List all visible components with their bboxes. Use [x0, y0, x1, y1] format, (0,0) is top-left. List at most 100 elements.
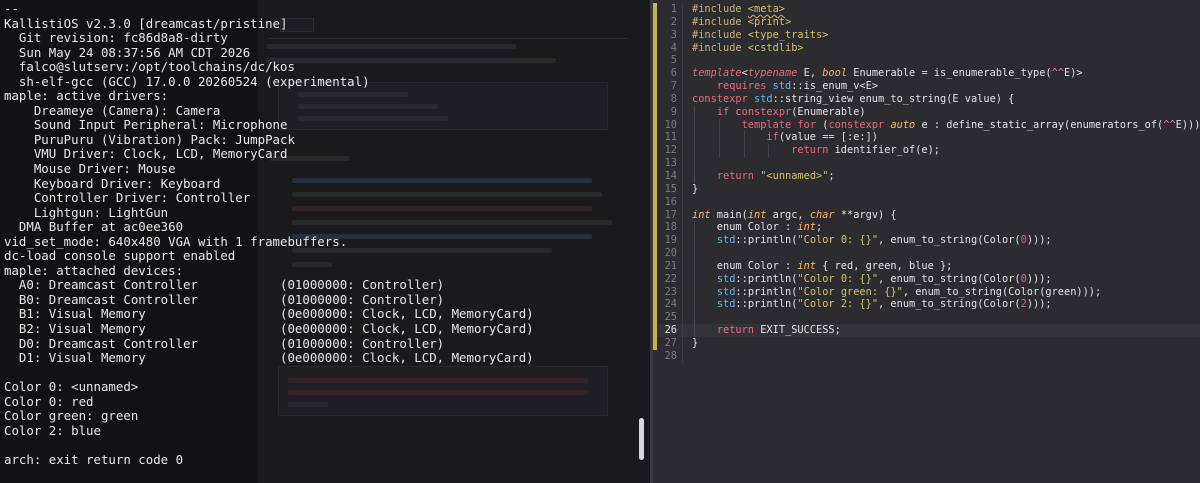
code-line[interactable]: 12 return identifier_of(e);: [653, 144, 1200, 158]
terminal-line: falco@slutserv:/opt/toolchains/dc/kos: [4, 60, 295, 75]
code-token: std: [716, 234, 736, 247]
line-number: 8: [670, 92, 677, 105]
code-token: enum Color :: [692, 221, 798, 234]
code-line[interactable]: 14 return "<unnamed>";: [653, 169, 1200, 183]
code-line[interactable]: 22 std::println("Color 0: {}", enum_to_s…: [653, 272, 1200, 286]
code-line[interactable]: 11 if(value == [:e:]): [653, 131, 1200, 145]
indent-guide: [694, 311, 695, 325]
code-token: <cstdlib>: [747, 41, 804, 54]
code-line[interactable]: 27}: [653, 336, 1200, 350]
code-line[interactable]: 13: [653, 157, 1200, 170]
gutter-separator: [682, 259, 683, 273]
code-token: identifier_of(e);: [828, 144, 940, 157]
terminal-line: D0: Dreamcast Controller (01000000: Cont…: [4, 336, 445, 351]
code-line[interactable]: 10 template for (constexpr auto e : defi…: [653, 118, 1200, 132]
code-token: std: [716, 272, 736, 285]
code-token: constexpr: [692, 92, 748, 105]
code-text: return "<unnamed>";: [692, 170, 835, 183]
line-number: 20: [664, 247, 677, 260]
gutter-separator: [682, 247, 683, 260]
terminal-scrollbar-thumb[interactable]: [639, 418, 644, 460]
terminal-line: --: [4, 2, 19, 16]
code-line[interactable]: 28: [653, 349, 1200, 363]
code-token: ^^: [1163, 118, 1176, 131]
code-line[interactable]: 18 enum Color : int;: [653, 221, 1200, 235]
code-line[interactable]: 16: [653, 195, 1200, 209]
code-line[interactable]: 24 std::println("Color 2: {}", enum_to_s…: [653, 298, 1200, 312]
code-line[interactable]: 20: [653, 247, 1200, 260]
code-line[interactable]: 4 #include <cstdlib>: [653, 41, 1200, 55]
terminal-line: Color 2: blue: [4, 423, 101, 438]
terminal-line: DMA Buffer at ac0ee360: [4, 220, 184, 235]
line-number: 9: [670, 105, 677, 118]
code-line[interactable]: 1 #include <meta>: [653, 3, 1200, 16]
code-text: }: [692, 337, 698, 350]
line-number: 5: [670, 54, 677, 67]
code-line[interactable]: 19 std::println("Color 0: {}", enum_to_s…: [653, 234, 1200, 248]
code-text: std::println("Color green: {}", enum_to_…: [692, 286, 1101, 299]
line-number: 11: [664, 131, 677, 144]
line-number: 10: [664, 118, 677, 131]
code-token: "<unnamed>": [760, 169, 829, 182]
line-number: 1: [670, 3, 677, 15]
code-token: if: [766, 131, 779, 144]
code-text: std::println("Color 0: {}", enum_to_stri…: [692, 273, 1052, 286]
code-token: std: [716, 298, 736, 311]
code-line[interactable]: 26 return EXIT_SUCCESS;: [653, 324, 1200, 337]
line-number: 2: [670, 15, 677, 28]
code-line[interactable]: 23 std::println("Color green: {}", enum_…: [653, 285, 1200, 299]
code-editor[interactable]: 1 #include <meta> 2 #include <print> 3 #inclu…: [653, 0, 1200, 483]
code-line[interactable]: 15}: [653, 182, 1200, 196]
code-line[interactable]: 5: [653, 54, 1200, 68]
code-line[interactable]: 3 #include <type_traits>: [653, 28, 1200, 42]
code-text: if constexpr(Enumerable): [692, 106, 866, 119]
code-text: enum Color : int;: [692, 221, 822, 234]
code-token: (: [816, 118, 829, 131]
code-token: return: [791, 144, 829, 157]
code-line[interactable]: 21 enum Color : int { red, green, blue }…: [653, 259, 1200, 273]
gutter-separator: [682, 311, 683, 325]
code-token: typename: [747, 67, 798, 80]
gutter-separator: [682, 15, 683, 29]
line-number: 27: [664, 336, 677, 349]
gutter-separator: [682, 169, 683, 183]
code-token: )));: [1026, 272, 1052, 285]
code-token: int: [797, 259, 816, 272]
code-text: return identifier_of(e);: [692, 144, 940, 157]
code-line[interactable]: 6 template<typename E, bool Enumerable = …: [653, 67, 1200, 81]
gutter-separator: [682, 144, 683, 158]
code-token: #include: [692, 41, 748, 54]
gutter-separator: [682, 28, 683, 42]
code-token: constexpr: [735, 105, 792, 118]
line-number: 24: [664, 298, 677, 311]
code-token: template: [692, 67, 742, 80]
editor-code-area[interactable]: 1 #include <meta> 2 #include <print> 3 #inclu…: [653, 3, 1200, 363]
code-line[interactable]: 17 int main(int argc, char **argv) {: [653, 208, 1200, 222]
code-line[interactable]: 9 if constexpr(Enumerable): [653, 105, 1200, 119]
terminal-line: Keyboard Driver: Keyboard: [4, 176, 221, 191]
code-text: #include <type_traits>: [692, 29, 828, 42]
gutter-separator: [682, 92, 683, 106]
code-token: #include: [692, 3, 748, 15]
code-token: int: [797, 221, 816, 234]
code-token: if: [716, 105, 730, 118]
code-text: constexpr std::string_view enum_to_strin…: [692, 93, 1014, 106]
line-number: 14: [664, 169, 677, 182]
code-line[interactable]: 8 constexpr std::string_view enum_to_stri…: [653, 92, 1200, 106]
code-line[interactable]: 2 #include <print>: [653, 15, 1200, 29]
terminal-line: VMU Driver: Clock, LCD, MemoryCard: [4, 147, 288, 162]
code-token: #include: [692, 15, 748, 28]
code-token: )));: [1026, 298, 1052, 311]
code-text: template for (constexpr auto e : define_…: [692, 119, 1200, 132]
code-line[interactable]: 7 requires std::is_enum_v<E>: [653, 80, 1200, 93]
code-line[interactable]: 25: [653, 311, 1200, 325]
code-token: ::println(: [735, 285, 798, 298]
line-number: 25: [664, 311, 677, 324]
code-token: , enum_to_string(Color(: [878, 234, 1021, 247]
terminal-window[interactable]: -- KallistiOS v2.3.0 [dreamcast/pristine]…: [0, 0, 650, 483]
terminal-scrollbar[interactable]: [638, 0, 646, 483]
